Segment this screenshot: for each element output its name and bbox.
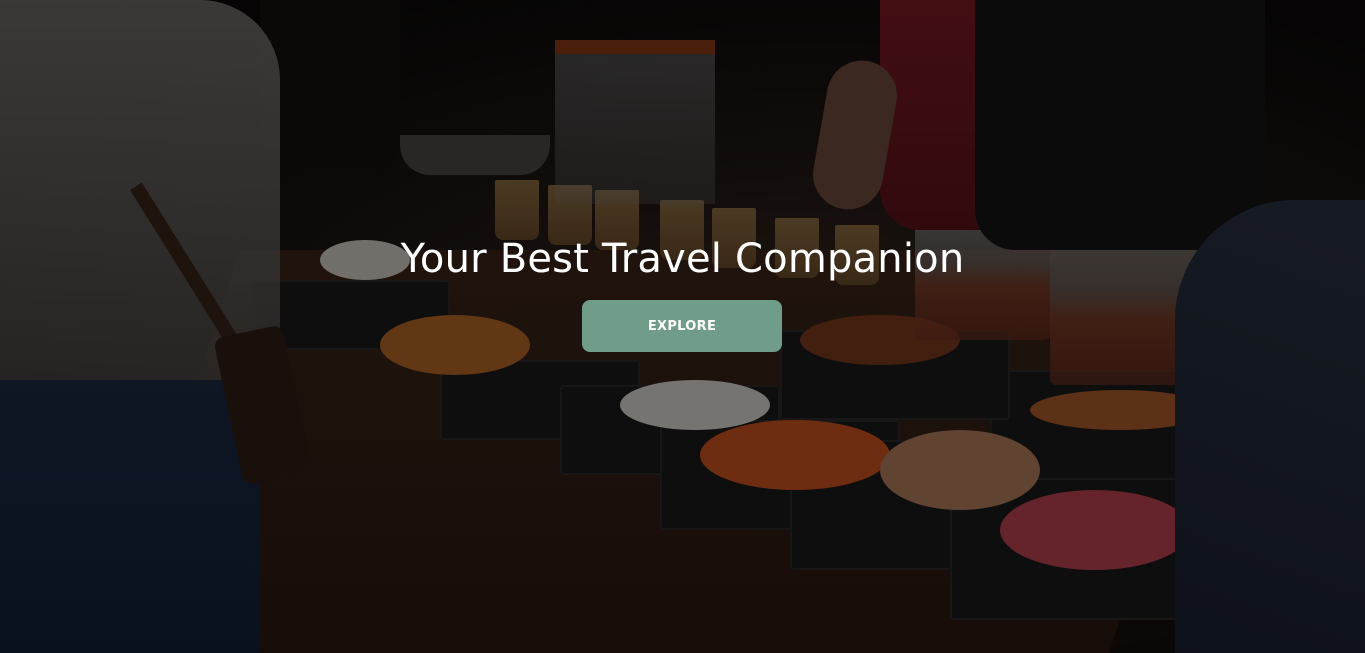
explore-button[interactable]: EXPLORE: [582, 300, 782, 352]
hero-content: Your Best Travel Companion EXPLORE: [0, 0, 1365, 653]
hero-section: Your Best Travel Companion EXPLORE: [0, 0, 1365, 653]
hero-title: Your Best Travel Companion: [400, 236, 965, 282]
